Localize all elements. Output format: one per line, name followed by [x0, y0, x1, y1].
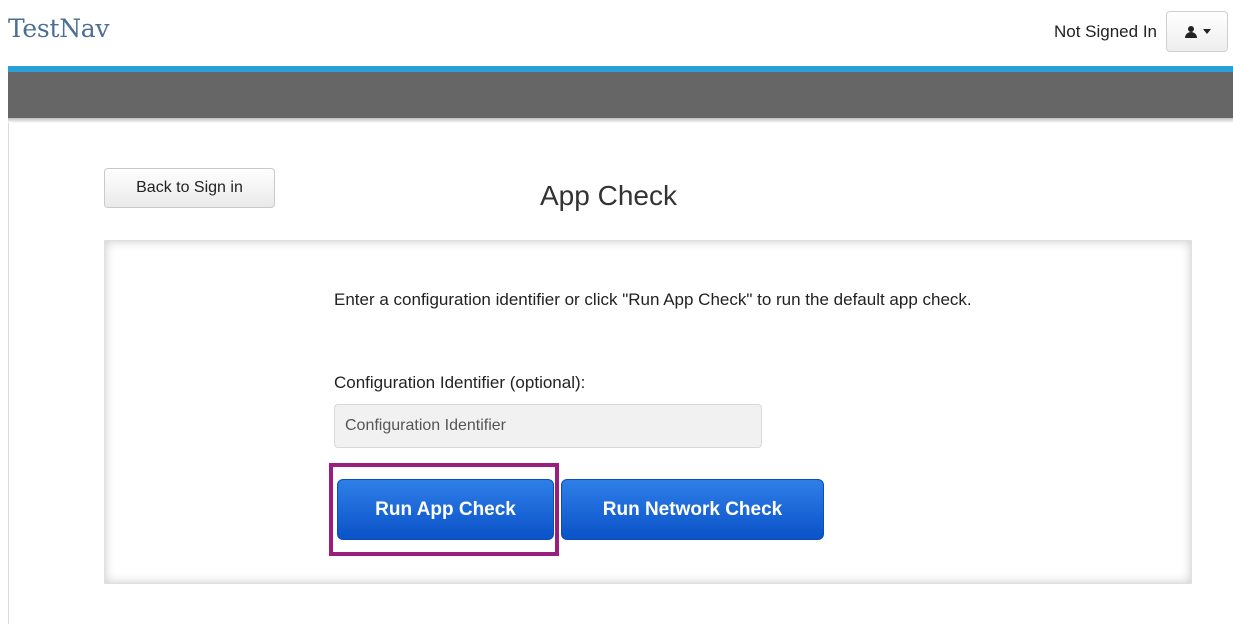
top-header: TestNav Not Signed In	[0, 0, 1233, 66]
config-identifier-input[interactable]	[334, 404, 762, 448]
nav-shadow	[8, 118, 1233, 123]
app-window: TestNav Not Signed In Back to Sign in Ap…	[0, 0, 1233, 624]
instructions-text: Enter a configuration identifier or clic…	[334, 290, 972, 309]
nav-bar	[8, 72, 1233, 118]
run-network-check-button[interactable]: Run Network Check	[561, 479, 824, 540]
caret-down-icon	[1202, 29, 1211, 34]
back-to-sign-in-button[interactable]: Back to Sign in	[104, 168, 275, 208]
brand-logo: TestNav	[8, 14, 110, 43]
user-icon	[1184, 25, 1198, 38]
page-title: App Check	[540, 180, 677, 211]
page-edge	[8, 123, 9, 624]
run-app-check-button[interactable]: Run App Check	[337, 479, 554, 540]
user-menu-button[interactable]	[1166, 11, 1228, 52]
signin-status: Not Signed In	[1053, 22, 1157, 41]
config-identifier-label: Configuration Identifier (optional):	[334, 373, 586, 392]
